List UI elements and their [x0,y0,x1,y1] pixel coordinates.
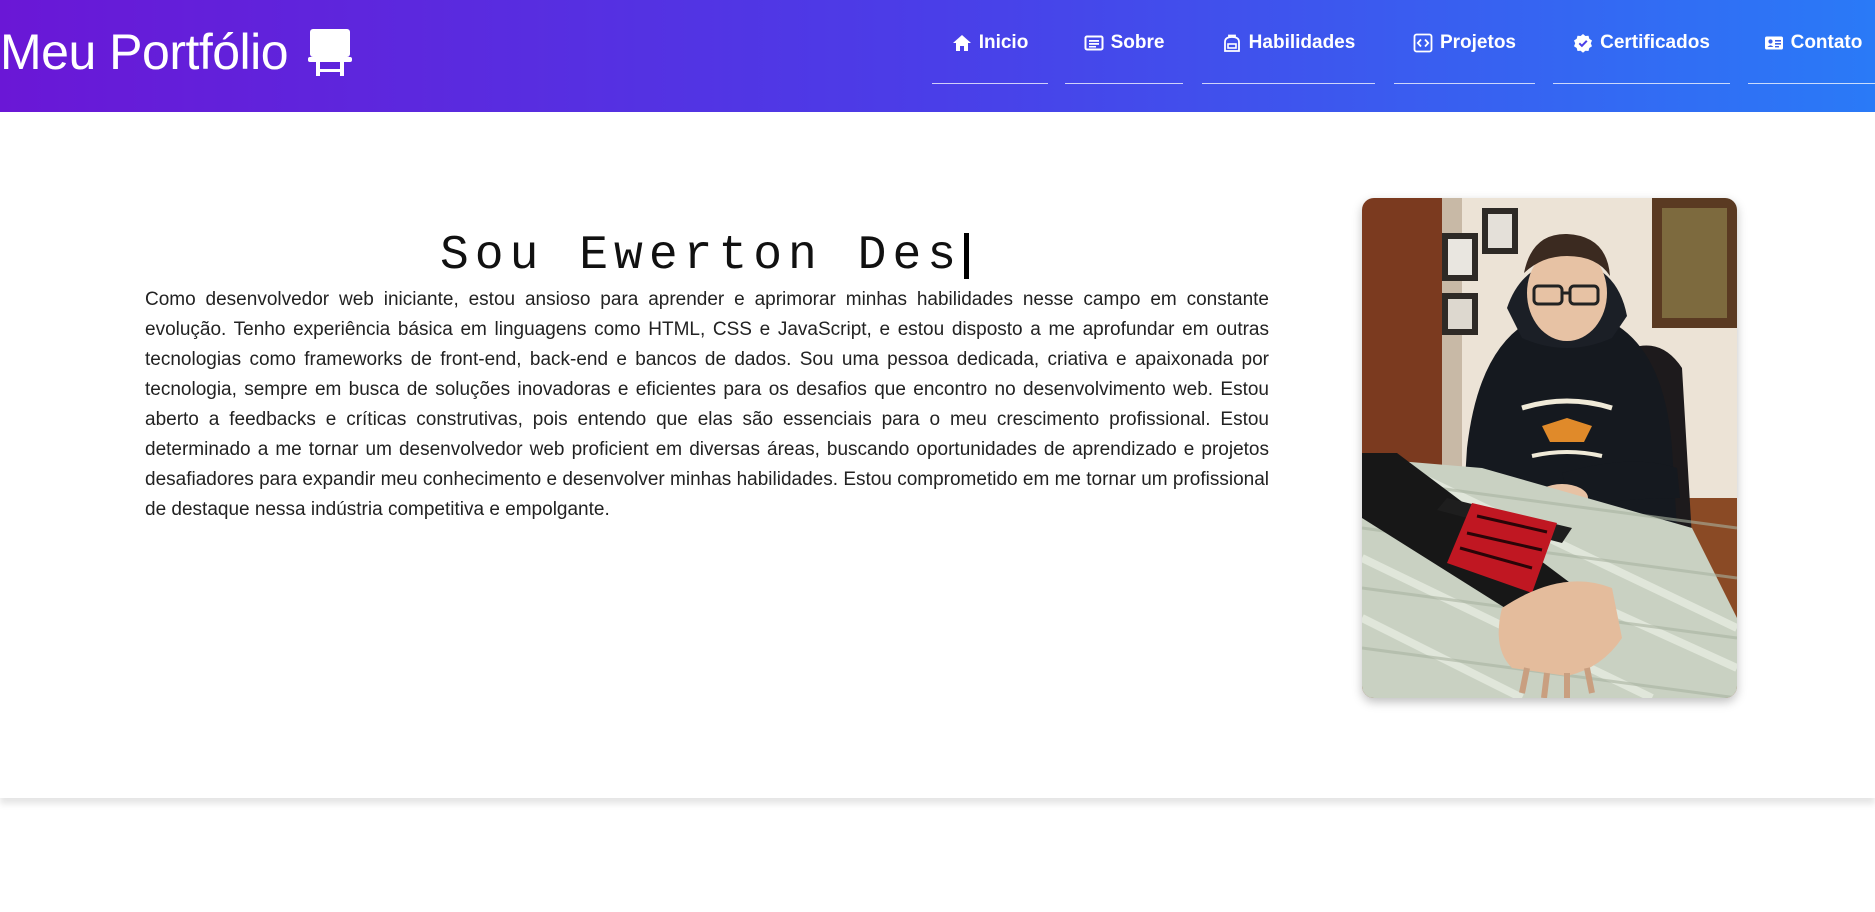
code-icon [1413,32,1433,53]
nav-item-inicio[interactable]: Inicio [932,28,1048,84]
contact-card-icon [1764,32,1784,53]
newspaper-icon [1084,32,1104,53]
main-nav: Inicio Sobre Habilidades Projetos Certif… [0,0,1875,112]
nav-label: Inicio [978,32,1029,53]
nav-label: Projetos [1439,32,1517,53]
nav-label: Certificados [1600,32,1710,53]
nav-item-habilidades[interactable]: Habilidades [1202,28,1375,84]
nav-label: Sobre [1110,32,1165,53]
backpack-icon [1222,32,1242,53]
nav-item-projetos[interactable]: Projetos [1394,28,1535,84]
typing-text: Sou Ewerton Des [440,229,963,283]
about-paragraph: Como desenvolvedor web iniciante, estou … [145,289,1269,520]
badge-check-icon [1573,32,1593,53]
nav-item-sobre[interactable]: Sobre [1065,28,1183,84]
nav-label: Habilidades [1248,32,1356,53]
nav-label: Contato [1790,32,1863,53]
home-icon [952,32,972,53]
nav-item-contato[interactable]: Contato [1748,28,1875,84]
typing-cursor [964,233,970,279]
profile-photo [1362,198,1737,698]
site-header: Meu Portfólio Inicio Sobre Habilidades P… [0,0,1875,112]
nav-item-certificados[interactable]: Certificados [1553,28,1730,84]
typing-heading: Sou Ewerton Des [440,226,970,286]
